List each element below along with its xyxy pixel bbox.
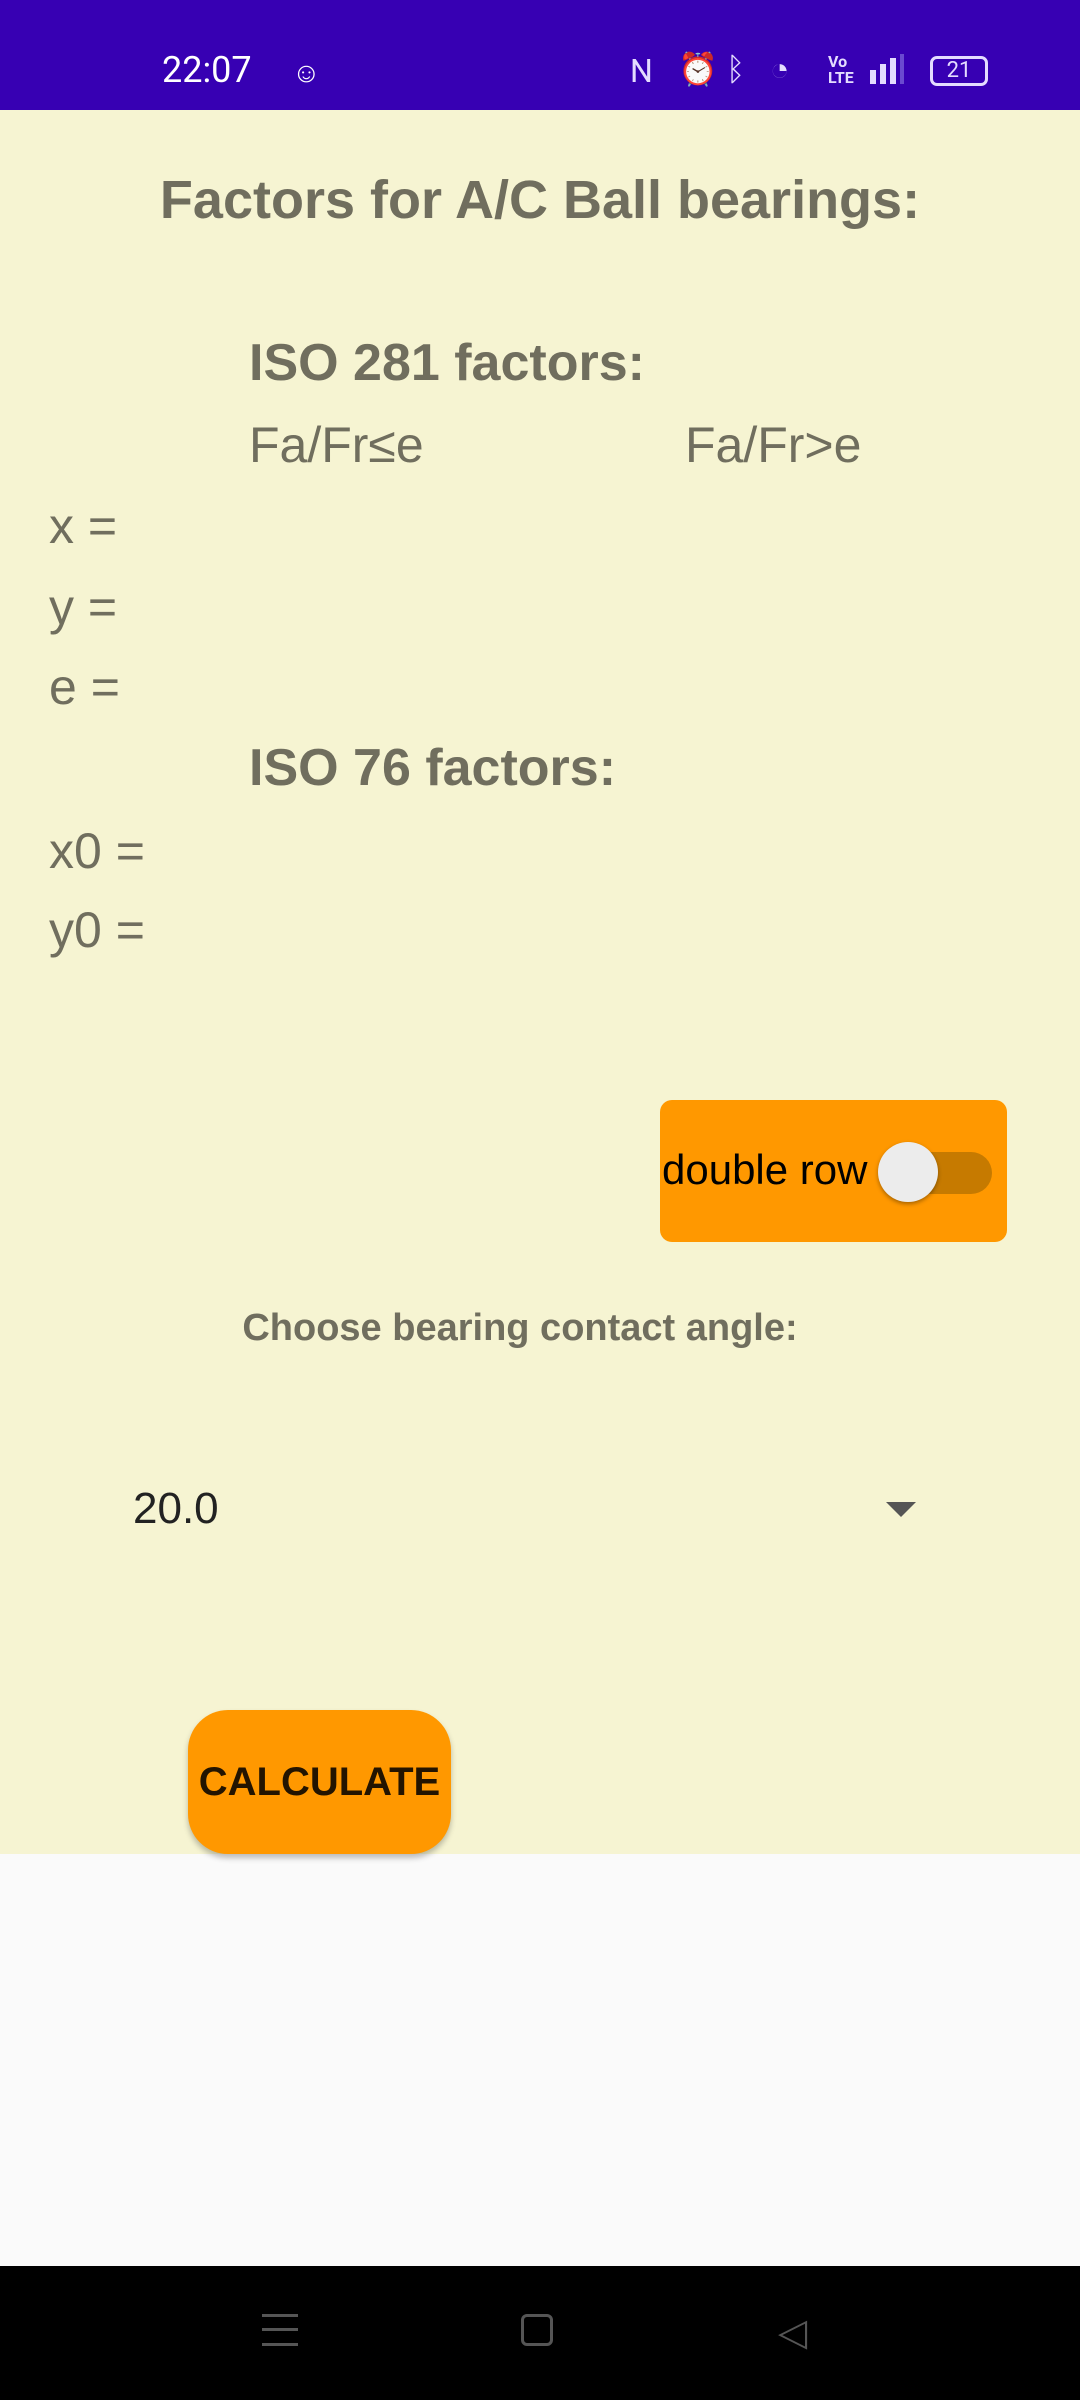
col-header-le: Fa/Fr≤e (249, 417, 424, 473)
y0-label: y0 = (49, 902, 145, 958)
dropdown-arrow-icon (886, 1502, 916, 1517)
iso76-heading: ISO 76 factors: (249, 739, 617, 797)
nfc-icon: N (630, 52, 653, 90)
home-icon[interactable] (521, 2314, 553, 2346)
y-label: y = (49, 579, 118, 635)
iso281-heading: ISO 281 factors: (249, 334, 645, 392)
x0-label: x0 = (49, 823, 145, 879)
volte-icon: Vo LTE (828, 52, 854, 87)
battery-icon: 21 (930, 56, 988, 86)
signal-icon (866, 54, 906, 84)
page-title: Factors for A/C Ball bearings: (159, 170, 921, 230)
alarm-icon: ⏰ (678, 50, 718, 88)
switch-thumb[interactable] (878, 1142, 938, 1202)
dropdown-value: 20.0 (133, 1484, 219, 1533)
col-header-gt: Fa/Fr>e (685, 417, 862, 473)
wifi-icon: ◔ (770, 50, 790, 88)
contact-angle-label: Choose bearing contact angle: (242, 1307, 798, 1349)
e-label: e = (49, 659, 120, 715)
navigation-bar: ◁ (0, 2266, 1080, 2400)
status-time: 22:07 (162, 49, 252, 91)
double-row-label: double row (662, 1146, 868, 1193)
bluetooth-icon: ᛒ (726, 50, 746, 88)
contact-angle-dropdown[interactable]: 20.0 (110, 1460, 950, 1556)
double-row-switch[interactable]: double row (660, 1100, 1007, 1242)
back-icon[interactable]: ◁ (778, 2310, 807, 2355)
menu-icon[interactable] (262, 2314, 298, 2346)
calculate-button[interactable]: CALCULATE (188, 1710, 451, 1854)
x-label: x = (49, 498, 118, 554)
status-bar: 22:07 ☺ N ⏰ ᛒ ◔ Vo LTE 21 (0, 0, 1080, 110)
notification-icon: ☺ (292, 56, 321, 89)
